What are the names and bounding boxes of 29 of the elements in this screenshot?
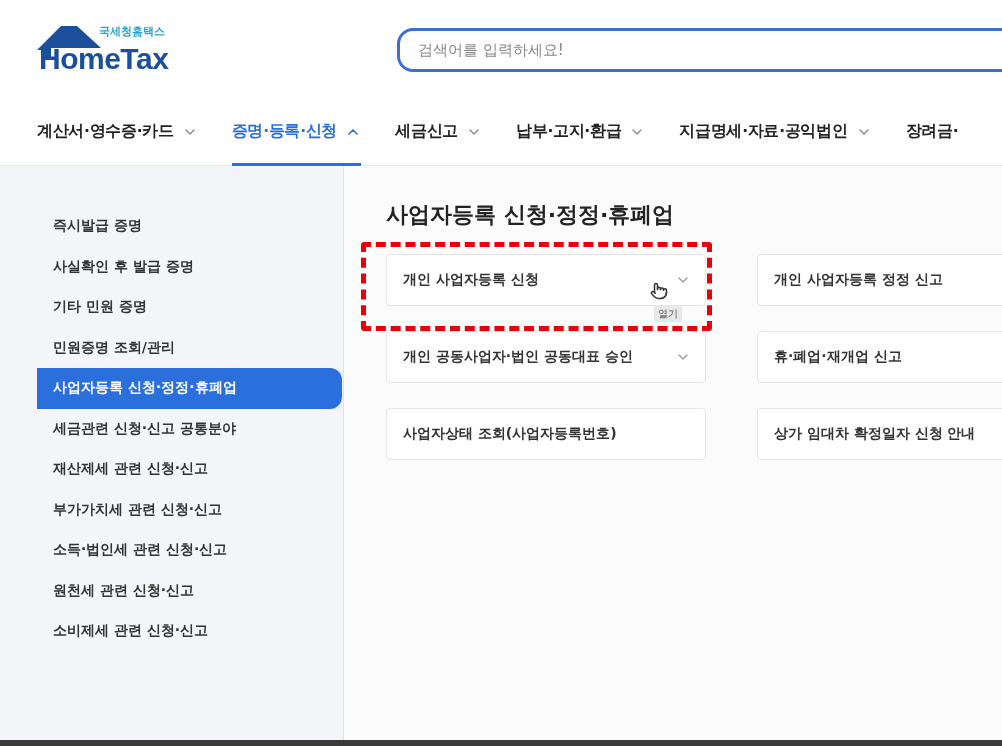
sidebar-item[interactable]: 민원증명 조회/관리 (37, 327, 342, 368)
logo-subtitle: 국세청홈택스 (99, 24, 165, 39)
sidebar-item[interactable]: 소득·법인세 관련 신청·신고 (37, 530, 342, 571)
menu-card[interactable]: 개인 사업자등록 정정 신고 (757, 254, 1002, 306)
menu-card[interactable]: 상가 임대차 확정일자 신청 안내 (757, 408, 1002, 460)
menu-card[interactable]: 개인 사업자등록 신청 (386, 254, 706, 306)
sidebar-item[interactable]: 기타 민원 증명 (37, 287, 342, 328)
sidebar-item[interactable]: 즉시발급 증명 (37, 206, 342, 247)
sidebar-item[interactable]: 소비제세 관련 신청·신고 (37, 611, 342, 652)
menu-card[interactable]: 사업자상태 조회(사업자등록번호) (386, 408, 706, 460)
sidebar-item[interactable]: 사실확인 후 발급 증명 (37, 246, 342, 287)
sidebar-item[interactable]: 부가가치세 관련 신청·신고 (37, 489, 342, 530)
logo[interactable]: 국세청홈택스 HomeTax (37, 24, 187, 76)
sidebar-item[interactable]: 사업자등록 신청·정정·휴폐업 (37, 368, 342, 409)
sidebar-item[interactable]: 원천세 관련 신청·신고 (37, 570, 342, 611)
logo-name: HomeTax (39, 42, 169, 76)
sidebar-item[interactable]: 세금관련 신청·신고 공통분야 (37, 408, 342, 449)
section-title: 사업자등록 신청·정정·휴폐업 (386, 201, 676, 229)
hand-cursor-icon (650, 282, 668, 300)
menu-card[interactable]: 휴·폐업·재개업 신고 (757, 331, 1002, 383)
menu-card[interactable]: 개인 공동사업자·법인 공동대표 승인 (386, 331, 706, 383)
nav-tab[interactable]: 세금신고 (395, 100, 482, 166)
sidebar-item[interactable]: 재산제세 관련 신청·신고 (37, 449, 342, 490)
nav-tab[interactable]: 계산서·영수증·카드 (37, 100, 198, 166)
nav-tab[interactable]: 지급명세·자료·공익법인 (679, 100, 872, 166)
tooltip: 열기 (654, 306, 682, 322)
nav-tab[interactable]: 납부·고지·환급 (516, 100, 646, 166)
search-field[interactable]: 검색어를 입력하세요! (397, 28, 1002, 72)
nav-tab[interactable]: 장려금· (905, 100, 959, 166)
